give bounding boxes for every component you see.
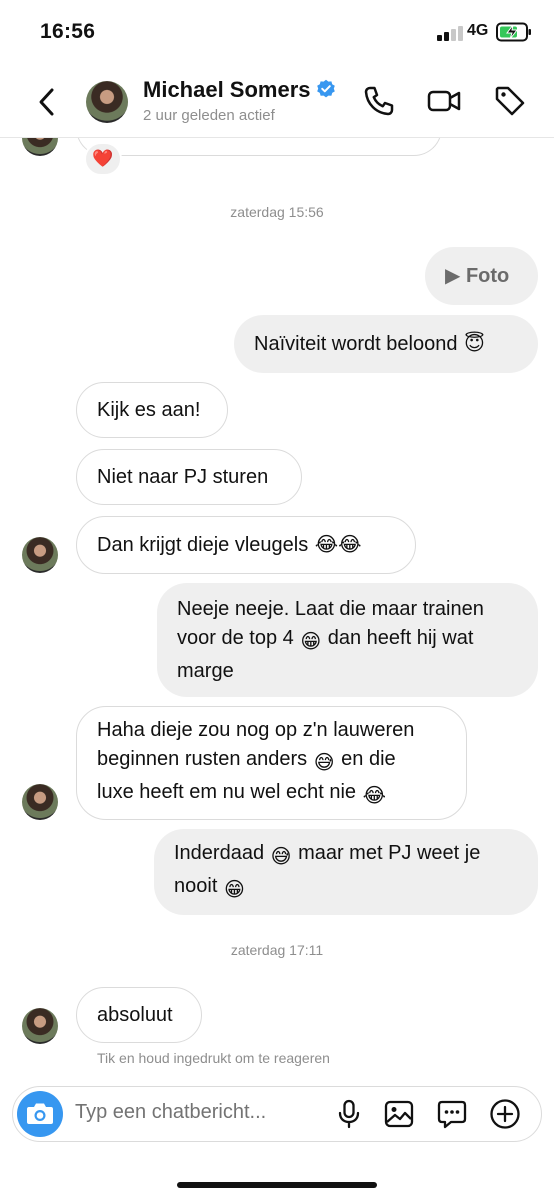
incoming-message[interactable]: Niet naar PJ sturen xyxy=(76,449,302,505)
message-composer xyxy=(12,1086,542,1142)
phone-icon[interactable] xyxy=(362,84,396,118)
video-camera-icon[interactable] xyxy=(427,84,461,118)
message-text: Niet naar PJ sturen xyxy=(97,465,269,488)
message-text: Kijk es aan! xyxy=(97,398,201,421)
message-text: Inderdaad xyxy=(174,842,265,864)
heart-reaction[interactable]: ❤️ xyxy=(84,142,122,176)
halo-emoji: 😇 xyxy=(464,332,485,355)
message-input[interactable] xyxy=(75,1101,325,1124)
message-text: voor de top 4 xyxy=(177,626,294,649)
contact-avatar-small[interactable] xyxy=(22,537,58,573)
timestamp: zaterdag 17:11 xyxy=(230,942,324,958)
plus-circle-icon[interactable] xyxy=(489,1098,521,1130)
chevron-left-icon[interactable] xyxy=(32,84,62,120)
grinning-emoji: 😁 xyxy=(300,630,322,653)
incoming-message[interactable]: absoluut xyxy=(76,987,202,1043)
chat-header: Michael Somers 2 uur geleden actief xyxy=(0,66,554,138)
camera-button[interactable] xyxy=(17,1091,63,1137)
image-icon[interactable] xyxy=(383,1098,415,1130)
incoming-message[interactable]: Kijk es aan! xyxy=(76,382,228,438)
photo-message-bubble[interactable]: ▶ Foto xyxy=(425,247,538,305)
outgoing-message[interactable]: Naïviteit wordt beloond 😇 xyxy=(234,315,538,373)
contact-name: Michael Somers xyxy=(143,77,311,102)
message-text: en die xyxy=(341,747,396,770)
contact-avatar-small[interactable] xyxy=(22,1008,58,1044)
sweat-smile-emoji: 😅 xyxy=(313,751,335,774)
message-text: luxe heeft em nu wel echt nie xyxy=(97,780,357,803)
message-text: Neeje neeje. Laat die maar trainen xyxy=(177,597,484,620)
message-text: marge xyxy=(177,659,234,682)
laughing-emoji: 😂 xyxy=(362,784,386,807)
home-indicator xyxy=(177,1182,377,1188)
tag-icon[interactable] xyxy=(493,84,527,118)
photo-label: ▶ Foto xyxy=(445,264,510,287)
message-text: maar met PJ weet je xyxy=(298,842,481,864)
grinning-emoji: 😁 xyxy=(223,879,245,901)
message-text: dan heeft hij wat xyxy=(327,626,474,649)
message-text: Naïviteit wordt beloond xyxy=(254,332,458,355)
microphone-icon[interactable] xyxy=(333,1098,365,1130)
sweat-smile-emoji: 😅 xyxy=(270,846,292,868)
contact-activity-status: 2 uur geleden actief xyxy=(143,107,275,124)
message-text: Haha dieje zou nog op z'n lauweren xyxy=(97,718,415,741)
outgoing-message[interactable]: Neeje neeje. Laat die maar trainen voor … xyxy=(157,583,538,697)
message-text: absoluut xyxy=(97,1003,173,1026)
incoming-message[interactable]: Haha dieje zou nog op z'n lauweren begin… xyxy=(76,706,467,820)
contact-avatar[interactable] xyxy=(86,81,128,123)
outgoing-message[interactable]: Inderdaad 😅 maar met PJ weet je nooit 😁 xyxy=(154,829,538,915)
message-text: beginnen rusten anders xyxy=(97,747,308,770)
sticker-chat-icon[interactable] xyxy=(436,1098,468,1130)
verified-badge-icon xyxy=(316,79,335,98)
message-text: Dan krijgt dieje vleugels xyxy=(97,533,309,556)
incoming-message[interactable]: Dan krijgt dieje vleugels 😂😂 xyxy=(76,516,416,574)
contact-avatar-small[interactable] xyxy=(22,784,58,820)
camera-icon xyxy=(27,1103,53,1124)
reaction-hint: Tik en houd ingedrukt om te reageren xyxy=(97,1050,330,1066)
message-thread[interactable]: ❤️ zaterdag 15:56 ▶ Foto Naïviteit wordt… xyxy=(0,0,554,1200)
message-text: nooit xyxy=(174,875,218,897)
contact-name-row[interactable]: Michael Somers xyxy=(143,77,336,103)
laughing-emoji: 😂😂 xyxy=(314,533,362,556)
timestamp: zaterdag 15:56 xyxy=(230,204,324,220)
